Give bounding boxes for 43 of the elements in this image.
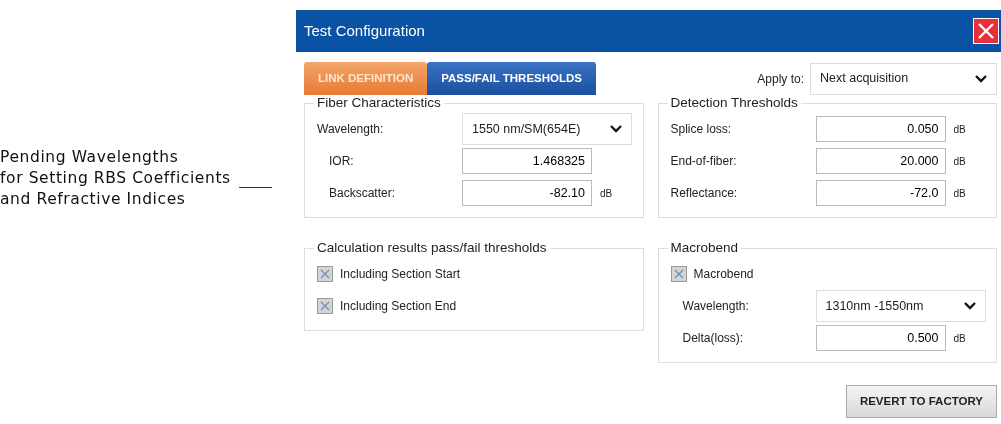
group-title: Calculation results pass/fail thresholds xyxy=(316,240,548,256)
unit-label: dB xyxy=(953,154,966,169)
close-icon xyxy=(977,22,995,40)
field-label: Reflectance: xyxy=(670,185,739,202)
input-field[interactable]: 1.468325 xyxy=(462,148,592,174)
close-button[interactable] xyxy=(973,18,999,44)
unit-label: dB xyxy=(953,331,966,346)
input-field[interactable]: 20.000 xyxy=(815,148,946,174)
chevron-icon xyxy=(609,124,623,134)
apply-to-dropdown[interactable]: Next acquisition xyxy=(810,62,997,95)
input-field[interactable]: -72.0 xyxy=(815,180,946,206)
unit-label: dB xyxy=(953,122,966,137)
group-title: Fiber Characteristics xyxy=(316,95,442,111)
input-field[interactable]: -82.10 xyxy=(462,180,592,206)
field-label: Backscatter: xyxy=(328,185,397,202)
input-field[interactable]: 0.050 xyxy=(815,116,946,142)
checkbox[interactable] xyxy=(317,298,333,314)
group-title: Macrobend xyxy=(669,240,740,256)
field-label: Delta(loss): xyxy=(681,330,745,347)
checkbox[interactable] xyxy=(670,266,687,282)
unit-label: dB xyxy=(953,186,966,201)
tab[interactable]: PASS/FAIL THRESHOLDS xyxy=(427,62,596,95)
leader-line xyxy=(238,187,272,188)
checkbox-label: Including Section End xyxy=(340,298,457,315)
field-label: End-of-fiber: xyxy=(670,153,738,170)
checkbox-label: Macrobend xyxy=(693,266,754,283)
input-field[interactable]: 0.500 xyxy=(815,325,946,351)
annotation-text: Pending Wavelengths for Setting RBS Coefficients and Refractive Indices xyxy=(0,147,231,210)
chevron-icon xyxy=(974,73,988,84)
field-label: IOR: xyxy=(328,153,355,170)
checkbox-label: Including Section Start xyxy=(340,266,461,283)
chevron-icon xyxy=(962,301,977,311)
field-label: Splice loss: xyxy=(670,121,733,138)
field-label: Wavelength: xyxy=(681,298,750,315)
unit-label: dB xyxy=(600,186,613,201)
dropdown[interactable]: 1550 nm/SM(654E) xyxy=(462,113,632,145)
revert-button[interactable]: REVERT TO FACTORY xyxy=(845,385,997,419)
group-title: Detection Thresholds xyxy=(669,95,799,111)
window-title: Test Configuration xyxy=(304,20,425,41)
field-label: Wavelength: xyxy=(317,121,385,138)
checkbox[interactable] xyxy=(317,266,333,282)
dropdown[interactable]: 1310nm -1550nm xyxy=(815,290,986,322)
field-label: Apply to: xyxy=(757,70,804,88)
